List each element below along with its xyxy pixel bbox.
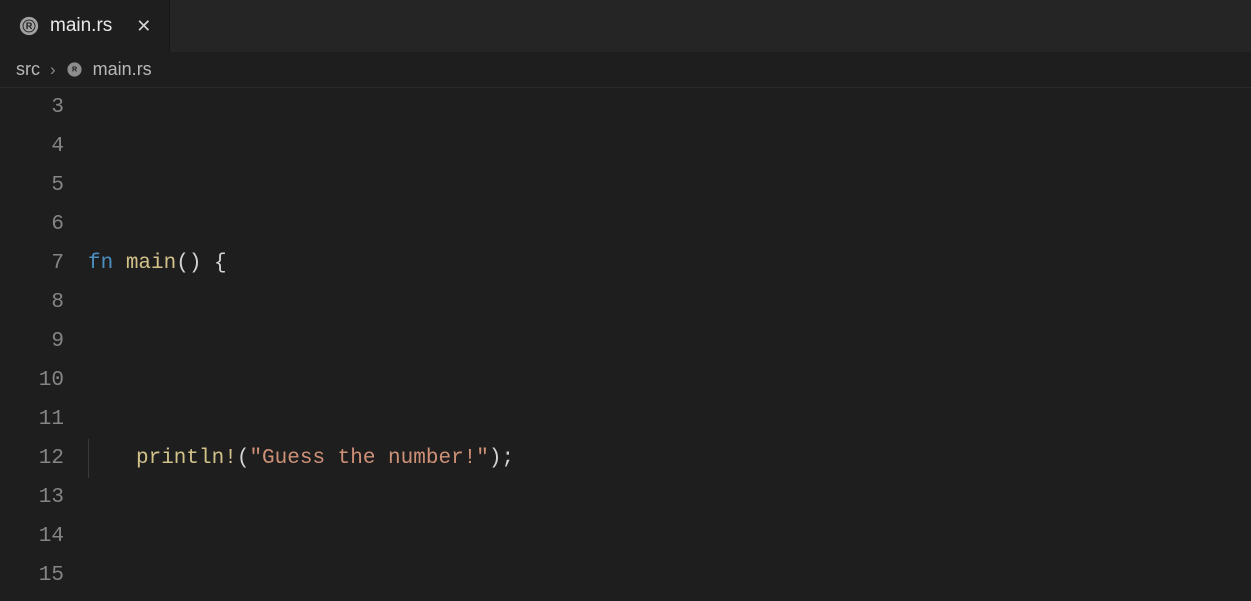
line-number: 4 xyxy=(0,127,64,166)
string-literal: "Guess the number!" xyxy=(249,447,488,470)
line-number: 3 xyxy=(0,88,64,127)
line-number: 5 xyxy=(0,166,64,205)
line-number: 14 xyxy=(0,517,64,556)
function-name: main xyxy=(126,252,176,275)
rust-file-icon: R xyxy=(18,15,40,37)
line-number: 10 xyxy=(0,361,64,400)
close-icon[interactable]: ✕ xyxy=(136,16,151,37)
editor[interactable]: 3 4 5 6 7 8 9 10 11 12 13 14 15 fn main(… xyxy=(0,88,1251,601)
line-number: 12 xyxy=(0,439,64,478)
tab-main-rs[interactable]: R main.rs ✕ xyxy=(0,0,170,52)
svg-text:R: R xyxy=(26,21,33,31)
punct: () { xyxy=(176,252,226,275)
line-number: 11 xyxy=(0,400,64,439)
tab-bar: R main.rs ✕ xyxy=(0,0,1251,52)
line-number: 13 xyxy=(0,478,64,517)
breadcrumb-folder[interactable]: src xyxy=(16,59,40,80)
macro-call: println! xyxy=(136,447,237,470)
chevron-right-icon: › xyxy=(50,60,56,80)
code-line[interactable]: println!("Guess the number!"); xyxy=(88,439,1251,478)
line-number: 7 xyxy=(0,244,64,283)
breadcrumb[interactable]: src › R main.rs xyxy=(0,52,1251,88)
line-number-gutter: 3 4 5 6 7 8 9 10 11 12 13 14 15 xyxy=(0,88,88,601)
tab-label: main.rs xyxy=(50,15,112,37)
breadcrumb-file[interactable]: main.rs xyxy=(93,59,152,80)
rust-file-icon: R xyxy=(66,61,83,78)
code-line[interactable]: fn main() { xyxy=(88,244,1251,283)
keyword: fn xyxy=(88,252,113,275)
code-area[interactable]: fn main() { println!("Guess the number!"… xyxy=(88,88,1251,601)
line-number: 8 xyxy=(0,283,64,322)
line-number: 15 xyxy=(0,556,64,595)
line-number: 9 xyxy=(0,322,64,361)
svg-text:R: R xyxy=(72,66,77,74)
line-number: 6 xyxy=(0,205,64,244)
